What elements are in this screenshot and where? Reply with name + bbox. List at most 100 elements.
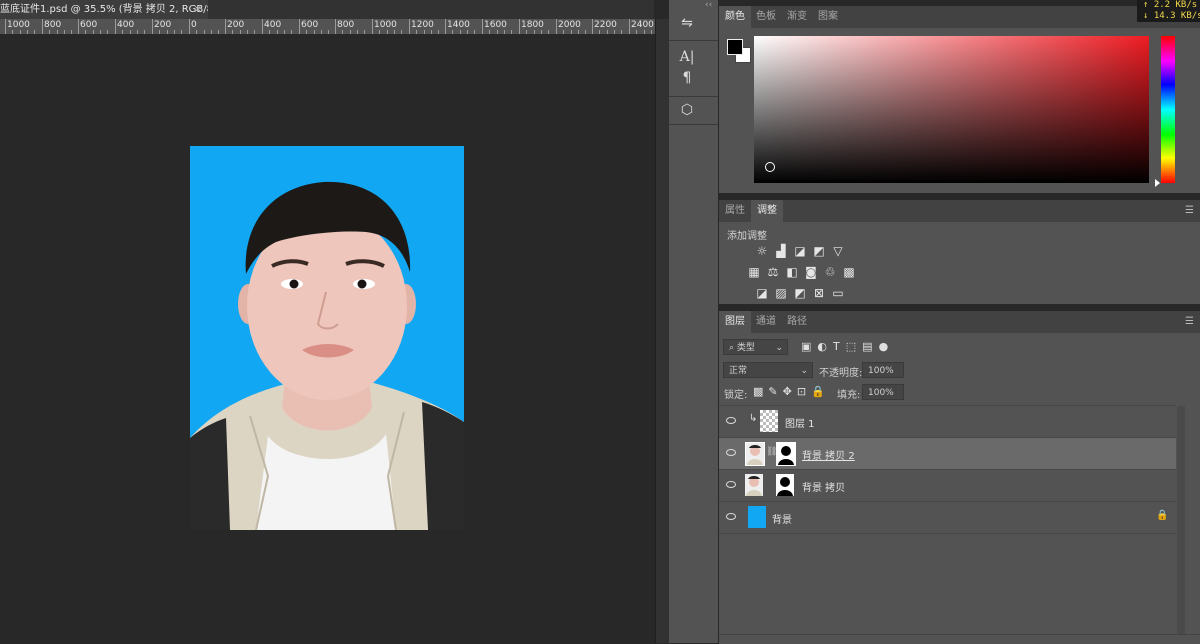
posterize-icon[interactable]: ▨ bbox=[774, 287, 788, 299]
ruler-major-tick bbox=[115, 19, 116, 34]
tab-color[interactable]: 颜色 bbox=[719, 6, 751, 28]
hue-slider-marker[interactable] bbox=[1155, 179, 1160, 187]
color-picker-marker[interactable] bbox=[765, 162, 775, 172]
layer-row[interactable]: ↳ 图层 1 bbox=[719, 405, 1176, 437]
invert-icon[interactable]: ◪ bbox=[755, 287, 769, 299]
adjust-history-icon[interactable]: ⇋ bbox=[677, 14, 697, 32]
photo-filter-icon[interactable]: ◙ bbox=[804, 266, 818, 278]
hsl-icon[interactable]: ▦ bbox=[747, 266, 761, 278]
color-lookup-icon[interactable]: ▩ bbox=[842, 266, 856, 278]
smart-object-filter-icon[interactable]: ▤ bbox=[862, 340, 878, 353]
3d-icon[interactable]: ⬡ bbox=[677, 101, 697, 119]
layer-name[interactable]: 背景 bbox=[772, 511, 792, 526]
channel-mixer-icon[interactable]: ♲ bbox=[823, 266, 837, 278]
ruler-minor-tick bbox=[571, 30, 572, 34]
document-image[interactable] bbox=[190, 146, 464, 530]
fill-input[interactable]: 100% bbox=[862, 384, 904, 400]
pixel-filter-icon[interactable]: ▣ bbox=[801, 340, 817, 353]
ruler-major-tick bbox=[445, 19, 446, 34]
foreground-color-swatch[interactable] bbox=[727, 39, 743, 55]
fill-label: 填充: bbox=[837, 390, 861, 401]
visibility-eye-icon[interactable] bbox=[726, 449, 736, 456]
brightness-icon[interactable]: ☼ bbox=[755, 245, 769, 257]
ruler-major-tick bbox=[152, 19, 153, 34]
tab-gradients[interactable]: 渐变 bbox=[781, 6, 813, 28]
visibility-eye-icon[interactable] bbox=[726, 481, 736, 488]
ruler-minor-tick bbox=[578, 30, 579, 34]
layer-thumbnail bbox=[745, 474, 763, 496]
color-panel-tabs: 颜色 色板 渐变 图案 bbox=[719, 6, 1200, 28]
filter-toggle-icon[interactable]: ● bbox=[879, 340, 895, 353]
gradient-map-icon[interactable]: ▭ bbox=[831, 287, 845, 299]
curves-icon[interactable]: ◪ bbox=[793, 245, 807, 257]
levels-icon[interactable]: ▟ bbox=[774, 245, 788, 257]
hue-slider[interactable] bbox=[1161, 36, 1175, 183]
opacity-input[interactable]: 100% bbox=[862, 362, 904, 378]
layer-mask-thumbnail[interactable] bbox=[776, 442, 796, 466]
adjustment-filter-icon[interactable]: ◐ bbox=[817, 340, 833, 353]
layer-mask-thumbnail[interactable] bbox=[776, 474, 794, 496]
ruler-minor-tick bbox=[534, 30, 535, 34]
threshold-icon[interactable]: ◩ bbox=[793, 287, 807, 299]
ruler-label: 1200 bbox=[411, 20, 434, 30]
character-icon[interactable]: A| bbox=[677, 48, 697, 66]
adjustments-panel: 属性 调整 ☰ 添加调整 ☼ ▟ ◪ ◩ ▽ ▦ ⚖ ◧ ◙ ♲ ▩ ◪ ▨ ◩ ⊠ ▭ bbox=[719, 200, 1200, 304]
lock-transparent-icon[interactable]: ▩ bbox=[753, 385, 768, 398]
layer-row[interactable]: 背景 🔒 bbox=[719, 501, 1176, 534]
ruler-minor-tick bbox=[122, 30, 123, 34]
selective-color-icon[interactable]: ⊠ bbox=[812, 287, 826, 299]
ruler-major-tick bbox=[78, 19, 79, 34]
exposure-icon[interactable]: ◩ bbox=[812, 245, 826, 257]
tab-paths[interactable]: 路径 bbox=[781, 311, 813, 333]
ruler-minor-tick bbox=[438, 30, 439, 34]
portrait-photo bbox=[190, 181, 464, 530]
ruler-label: 0 bbox=[191, 20, 197, 30]
tab-channels[interactable]: 通道 bbox=[750, 311, 782, 333]
visibility-eye-icon[interactable] bbox=[726, 513, 736, 520]
paragraph-icon[interactable]: ¶ bbox=[677, 69, 697, 87]
canvas-area[interactable] bbox=[0, 35, 655, 643]
layer-name[interactable]: 背景 拷贝 2 bbox=[802, 447, 855, 462]
tab-layers[interactable]: 图层 bbox=[719, 311, 751, 333]
lock-all-icon[interactable]: 🔒 bbox=[811, 385, 830, 398]
panel-menu-icon[interactable]: ☰ bbox=[1185, 316, 1194, 327]
clipping-arrow-icon: ↳ bbox=[749, 413, 758, 424]
document-tab[interactable]: 蓝底证件1.psd @ 35.5% (背景 拷贝 2, RGB/8#) * × bbox=[0, 0, 208, 19]
tab-properties[interactable]: 属性 bbox=[719, 200, 751, 222]
visibility-eye-icon[interactable] bbox=[726, 417, 736, 424]
tab-patterns[interactable]: 图案 bbox=[812, 6, 844, 28]
tab-adjustments[interactable]: 调整 bbox=[751, 200, 783, 222]
ruler-minor-tick bbox=[130, 30, 131, 34]
lock-label: 锁定: bbox=[724, 390, 748, 401]
blend-mode-select[interactable]: 正常 ⌄ bbox=[723, 362, 813, 378]
lock-artboard-icon[interactable]: ⊡ bbox=[797, 385, 811, 398]
ruler-label: 1600 bbox=[484, 20, 507, 30]
layer-row[interactable]: 背景 拷贝 bbox=[719, 469, 1176, 501]
horizontal-ruler: 1000 800 600 400 200 0 200 400 600 800 1000 1200 140… bbox=[0, 19, 655, 35]
close-tab-icon[interactable]: × bbox=[194, 0, 202, 19]
ruler-label: 200 bbox=[227, 20, 245, 30]
layer-name[interactable]: 图层 1 bbox=[785, 415, 815, 430]
ruler-label: 200 bbox=[154, 20, 172, 30]
opacity-value: 100% bbox=[868, 366, 894, 376]
ruler-minor-tick bbox=[49, 30, 50, 34]
lock-position-icon[interactable]: ✥ bbox=[783, 385, 797, 398]
saturation-brightness-field[interactable] bbox=[754, 36, 1149, 183]
layer-filter-select[interactable]: ⌕ 类型 ⌄ bbox=[723, 339, 788, 355]
type-filter-icon[interactable]: T bbox=[833, 340, 846, 353]
shape-filter-icon[interactable]: ⬚ bbox=[846, 340, 862, 353]
black-white-icon[interactable]: ◧ bbox=[785, 266, 799, 278]
collapse-panels-icon[interactable]: ‹‹ bbox=[705, 0, 712, 10]
ruler-label: 2400 bbox=[631, 20, 654, 30]
panel-menu-icon[interactable]: ☰ bbox=[1185, 205, 1194, 216]
ruler-minor-tick bbox=[387, 30, 388, 34]
layer-name[interactable]: 背景 拷贝 bbox=[802, 479, 845, 494]
canvas-vertical-scrollbar[interactable] bbox=[655, 19, 670, 643]
layer-row[interactable]: ⛓ 背景 拷贝 2 bbox=[719, 437, 1176, 469]
lock-pixels-icon[interactable]: ✎ bbox=[768, 385, 782, 398]
color-balance-icon[interactable]: ⚖ bbox=[766, 266, 780, 278]
ruler-minor-tick bbox=[541, 30, 542, 34]
layers-scrollbar[interactable] bbox=[1177, 406, 1185, 643]
vibrance-icon[interactable]: ▽ bbox=[831, 245, 845, 257]
tab-swatches[interactable]: 色板 bbox=[750, 6, 782, 28]
